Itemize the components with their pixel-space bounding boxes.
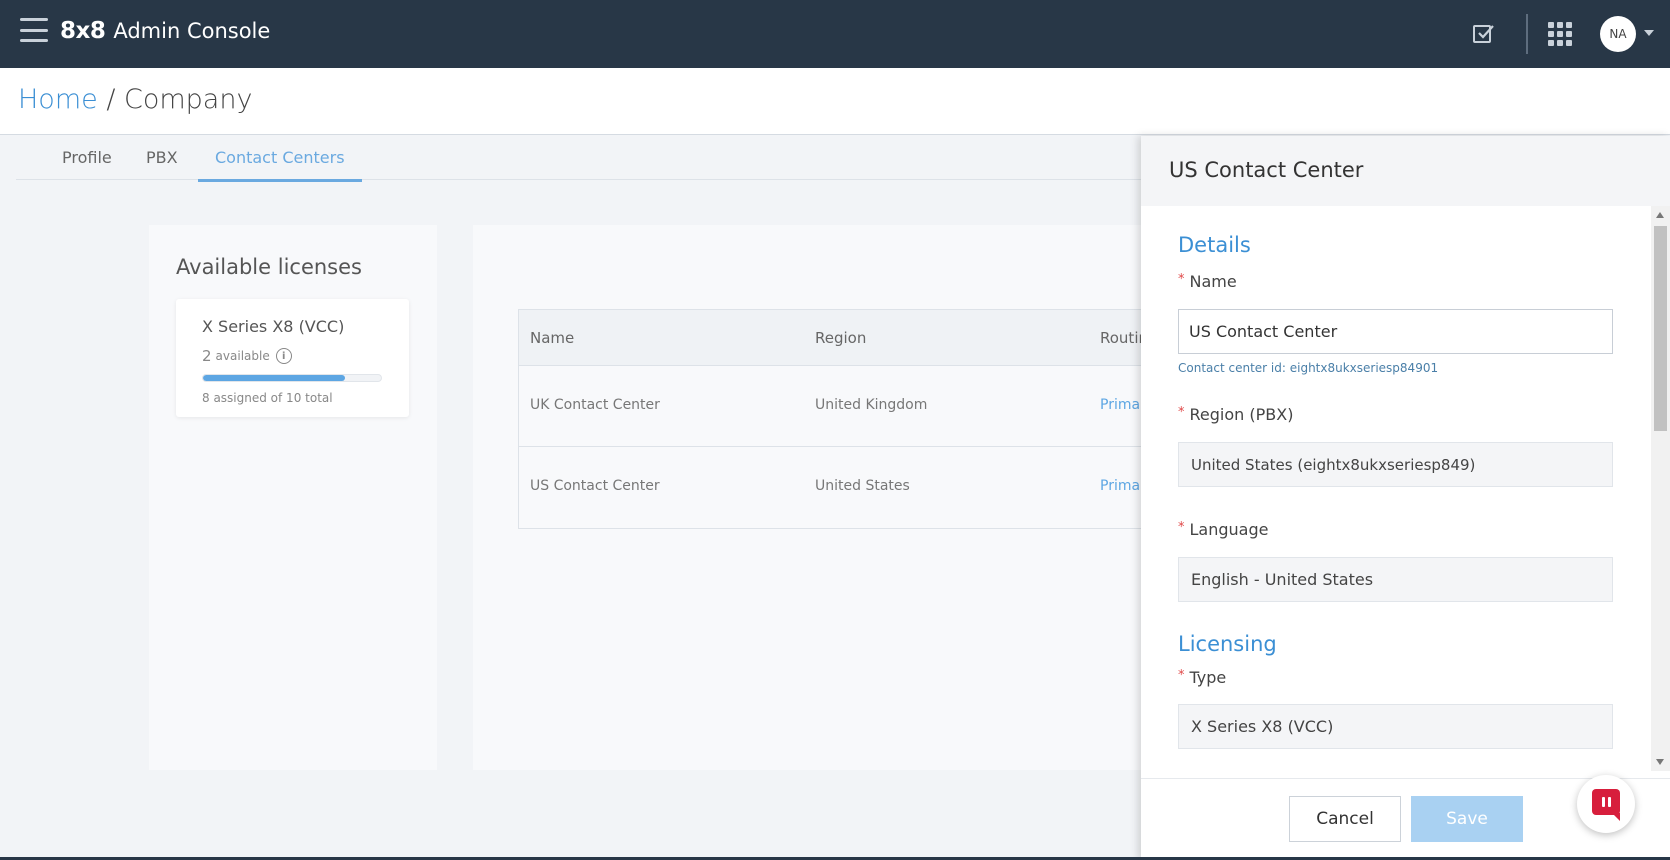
required-marker: *	[1178, 405, 1185, 420]
licenses-title: Available licenses	[176, 255, 362, 279]
scroll-down-arrow[interactable]	[1656, 759, 1664, 765]
required-marker: *	[1178, 272, 1185, 287]
tab-pbx[interactable]: PBX	[146, 148, 178, 179]
tab-profile[interactable]: Profile	[62, 148, 112, 179]
name-input[interactable]	[1178, 309, 1613, 354]
region-label: * Region (PBX)	[1178, 405, 1293, 424]
details-heading: Details	[1178, 233, 1251, 257]
app-brand[interactable]: 8x8 Admin Console	[60, 18, 270, 44]
scrollbar-thumb[interactable]	[1654, 226, 1667, 431]
app-launcher-icon[interactable]	[1548, 22, 1572, 46]
app-title: Admin Console	[113, 19, 271, 43]
breadcrumb-home[interactable]: Home	[18, 84, 98, 115]
license-card: X Series X8 (VCC) 2 available i 8 assign…	[176, 299, 409, 417]
required-marker: *	[1178, 668, 1185, 683]
breadcrumb-separator: /	[97, 84, 124, 115]
license-available: 2 available i	[202, 347, 292, 365]
row-name: UK Contact Center	[530, 397, 660, 413]
info-icon[interactable]: i	[275, 348, 292, 364]
name-label-text: Name	[1189, 272, 1237, 291]
tab-bar: Profile PBX Contact Centers	[16, 136, 1156, 182]
drawer-scrollbar[interactable]	[1651, 206, 1670, 771]
save-button[interactable]: Save	[1411, 796, 1523, 842]
table-row[interactable]: US Contact Center United States Primar	[519, 447, 1173, 528]
region-label-text: Region (PBX)	[1189, 405, 1294, 424]
type-select[interactable]: X Series X8 (VCC)	[1178, 704, 1613, 749]
contact-center-id: Contact center id: eightx8ukxseriesp8490…	[1178, 361, 1439, 375]
license-name: X Series X8 (VCC)	[202, 317, 345, 336]
license-assigned-text: 8 assigned of 10 total	[202, 391, 333, 405]
license-progress-fill	[203, 375, 346, 381]
table-row[interactable]: UK Contact Center United Kingdom Primar	[519, 366, 1173, 447]
region-select[interactable]: United States (eightx8ukxseriesp849)	[1178, 442, 1613, 487]
chat-icon	[1592, 789, 1620, 815]
cancel-button[interactable]: Cancel	[1289, 796, 1401, 842]
row-name: US Contact Center	[530, 478, 660, 494]
breadcrumb-current: Company	[124, 84, 253, 115]
top-bar: 8x8 Admin Console NA	[0, 0, 1670, 68]
edit-drawer: US Contact Center Details * Name Contact …	[1141, 136, 1670, 860]
licensing-heading: Licensing	[1178, 632, 1277, 656]
row-region: United Kingdom	[815, 397, 928, 413]
column-header-region[interactable]: Region	[815, 329, 866, 347]
scroll-up-arrow[interactable]	[1656, 212, 1664, 218]
drawer-body: Details * Name Contact center id: eightx8…	[1141, 206, 1653, 776]
chat-icon-tail	[1612, 813, 1620, 821]
name-label: * Name	[1178, 272, 1237, 291]
chevron-down-icon[interactable]	[1644, 30, 1654, 36]
breadcrumb: Home / Company	[18, 84, 252, 115]
available-count: 2	[202, 347, 212, 365]
language-select[interactable]: English - United States	[1178, 557, 1613, 602]
available-label: available	[215, 349, 270, 363]
row-routing-link[interactable]: Primar	[1100, 397, 1146, 413]
license-progress-bar	[202, 374, 382, 382]
logo: 8x8	[60, 18, 106, 44]
licenses-panel: Available licenses X Series X8 (VCC) 2 a…	[149, 225, 437, 770]
row-region: United States	[815, 478, 910, 494]
avatar[interactable]: NA	[1600, 16, 1636, 52]
type-label-text: Type	[1189, 668, 1227, 687]
required-marker: *	[1178, 520, 1185, 535]
row-routing-link[interactable]: Primar	[1100, 478, 1146, 494]
chat-widget-button[interactable]	[1577, 775, 1635, 833]
divider	[1526, 14, 1528, 54]
contact-centers-panel: Name Region Routin UK Contact Center Uni…	[473, 225, 1173, 770]
drawer-title: US Contact Center	[1169, 158, 1364, 182]
drawer-header: US Contact Center	[1141, 136, 1670, 206]
breadcrumb-bar: Home / Company	[0, 68, 1670, 135]
tasks-icon[interactable]	[1472, 22, 1496, 46]
menu-icon[interactable]	[20, 18, 48, 42]
table-header: Name Region Routin	[519, 310, 1173, 366]
language-label: * Language	[1178, 520, 1268, 539]
column-header-name[interactable]: Name	[530, 329, 574, 347]
tab-contact-centers[interactable]: Contact Centers	[198, 148, 362, 182]
type-label: * Type	[1178, 668, 1226, 687]
contact-centers-table: Name Region Routin UK Contact Center Uni…	[518, 309, 1173, 529]
language-label-text: Language	[1189, 520, 1269, 539]
